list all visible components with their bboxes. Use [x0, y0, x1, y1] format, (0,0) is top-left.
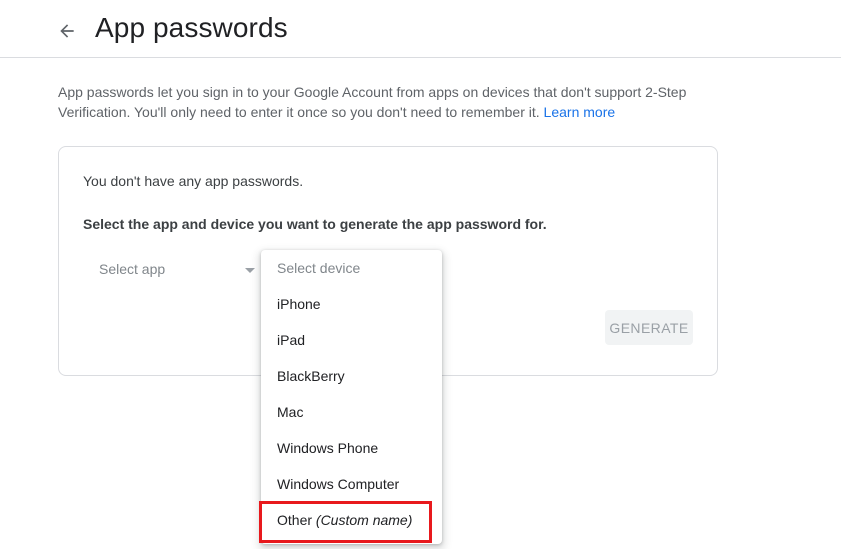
menu-item-ipad[interactable]: iPad: [261, 322, 442, 358]
arrow-back-icon: [60, 24, 74, 38]
menu-item-windows-computer[interactable]: Windows Computer: [261, 466, 442, 502]
instructions: Select the app and device you want to ge…: [83, 216, 547, 232]
other-hint: (Custom name): [315, 512, 413, 528]
empty-message: You don't have any app passwords.: [83, 173, 304, 189]
other-label: Other: [277, 512, 313, 528]
page-header: App passwords: [0, 0, 841, 58]
menu-item-windows-phone[interactable]: Windows Phone: [261, 430, 442, 466]
menu-item-other[interactable]: Other (Custom name): [261, 502, 442, 538]
back-button[interactable]: [52, 16, 82, 46]
dropdown-caret-icon: [245, 268, 255, 273]
menu-item-placeholder[interactable]: Select device: [261, 250, 442, 286]
page-title: App passwords: [95, 12, 288, 43]
generate-button[interactable]: GENERATE: [605, 310, 693, 345]
menu-item-blackberry[interactable]: BlackBerry: [261, 358, 442, 394]
select-device-menu: Select device iPhone iPad BlackBerry Mac…: [261, 250, 442, 544]
learn-more-link[interactable]: Learn more: [544, 104, 616, 120]
menu-item-mac[interactable]: Mac: [261, 394, 442, 430]
menu-item-iphone[interactable]: iPhone: [261, 286, 442, 322]
intro-text: App passwords let you sign in to your Go…: [58, 82, 738, 122]
select-app-value: Select app: [99, 261, 166, 277]
select-app-dropdown[interactable]: Select app: [83, 251, 263, 287]
